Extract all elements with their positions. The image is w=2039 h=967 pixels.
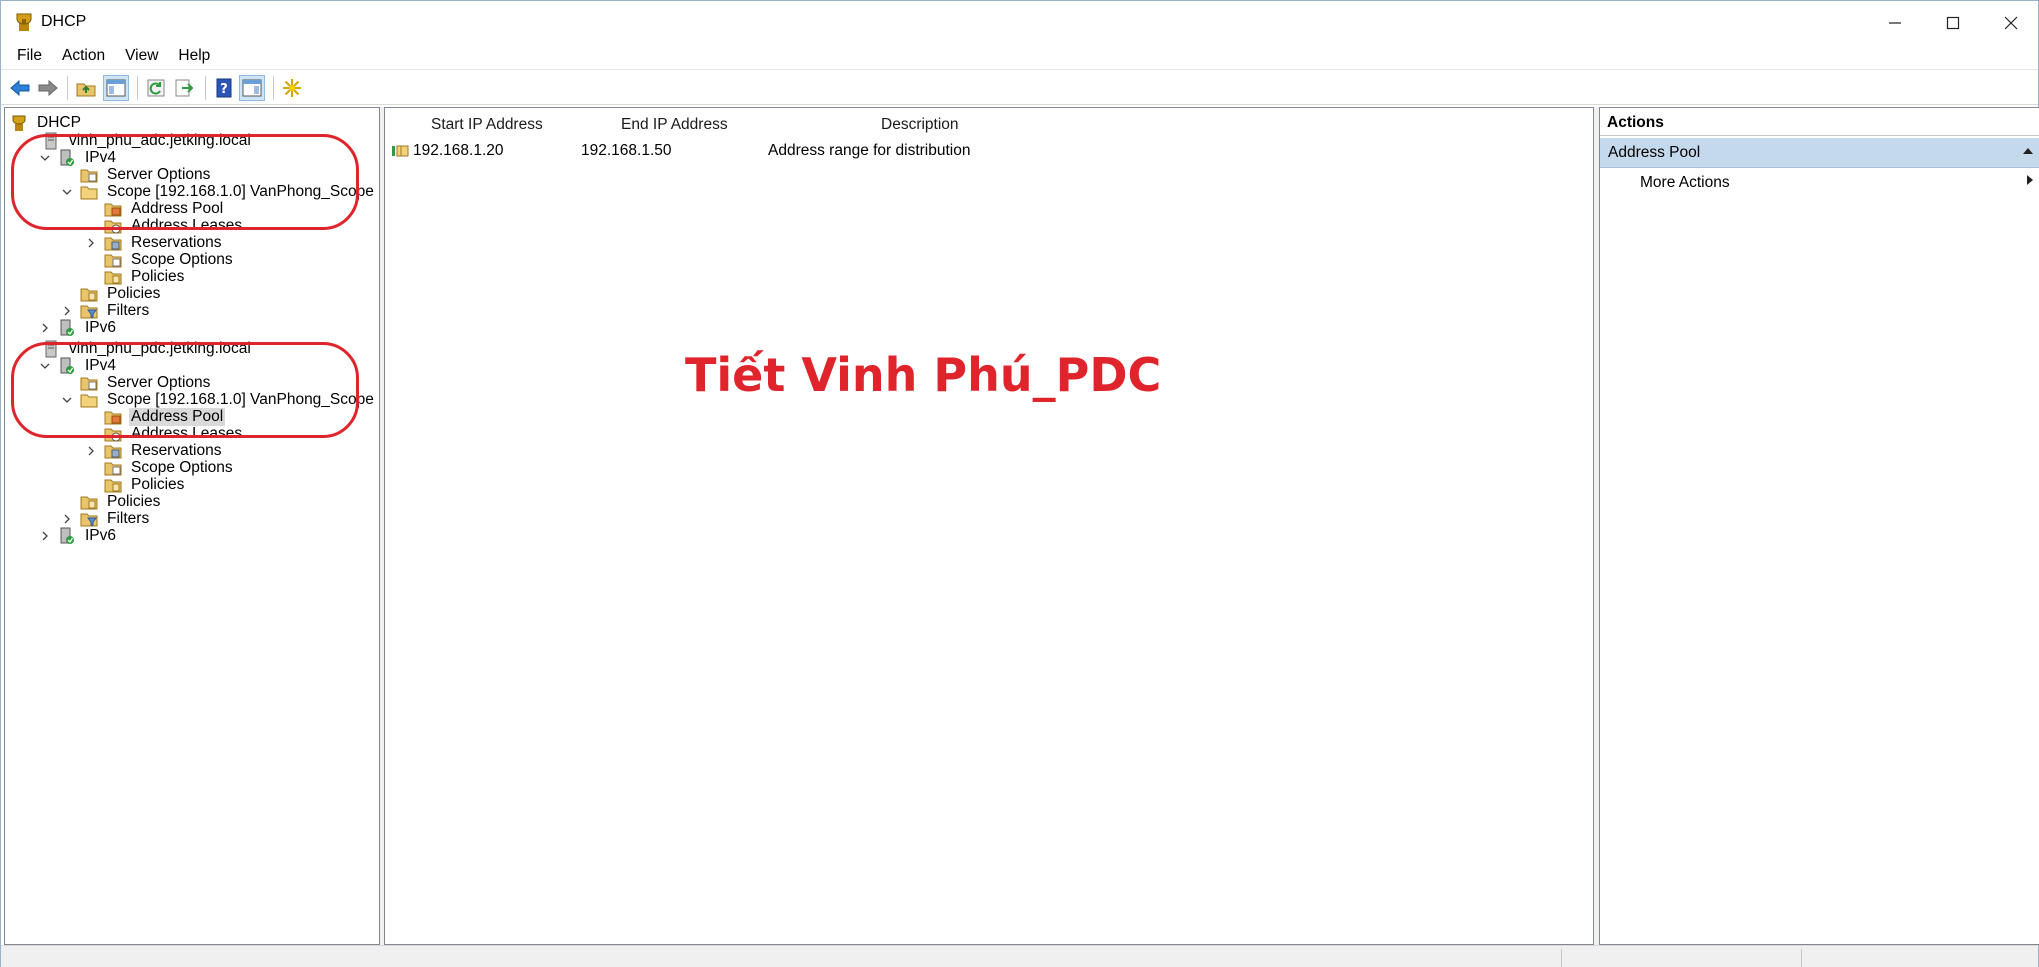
back-arrow-icon[interactable] xyxy=(7,75,33,101)
table-row[interactable]: 192.168.1.20 192.168.1.50 Address range … xyxy=(391,139,1091,163)
chevron-right-icon[interactable] xyxy=(37,528,53,544)
dhcp-window: DHCP File Action View Help ? DHCP vinh_p… xyxy=(0,0,2039,967)
column-header-start-ip[interactable]: Start IP Address xyxy=(431,116,543,140)
cell-end-ip: 192.168.1.50 xyxy=(581,142,672,159)
result-pane: Start IP Address End IP Address Descript… xyxy=(384,107,1594,945)
ipv4-server-icon xyxy=(57,356,77,376)
more-actions-item[interactable]: More Actions xyxy=(1640,174,1730,192)
title-bar: DHCP xyxy=(1,1,2038,45)
scope-folder-icon xyxy=(79,182,99,202)
toolbar: ? xyxy=(1,69,2038,105)
actions-section-address-pool[interactable]: Address Pool xyxy=(1600,138,2039,168)
maximize-button[interactable] xyxy=(1924,1,1982,45)
forward-arrow-icon[interactable] xyxy=(35,75,61,101)
scope-folder-icon xyxy=(79,390,99,410)
cell-start-ip: 192.168.1.20 xyxy=(413,142,504,159)
chevron-down-icon[interactable] xyxy=(59,184,75,200)
collapse-up-icon[interactable] xyxy=(2022,144,2034,158)
ipv4-server-icon xyxy=(57,148,77,168)
refresh-icon[interactable] xyxy=(143,75,169,101)
menu-view[interactable]: View xyxy=(115,45,168,69)
dhcp-app-icon xyxy=(13,11,35,33)
menu-action[interactable]: Action xyxy=(52,45,115,69)
chevron-down-icon[interactable] xyxy=(37,358,53,374)
submenu-arrow-icon[interactable] xyxy=(2026,174,2034,189)
status-bar xyxy=(1,945,2038,967)
cell-description: Address range for distribution xyxy=(768,142,971,159)
window-title: DHCP xyxy=(41,13,87,30)
menu-help[interactable]: Help xyxy=(168,45,220,69)
tree-label: IPv6 xyxy=(85,527,117,544)
address-range-icon xyxy=(391,143,409,159)
up-folder-icon[interactable] xyxy=(73,75,99,101)
console-tree: DHCP vinh_phu_adc.jetking.local IPv4 Ser… xyxy=(4,107,380,945)
show-hide-action-pane-icon[interactable] xyxy=(239,75,265,101)
menu-file[interactable]: File xyxy=(7,45,52,69)
chevron-right-icon[interactable] xyxy=(83,443,99,459)
ipv6-server-icon xyxy=(57,318,77,338)
column-header-description[interactable]: Description xyxy=(881,116,959,140)
tree-ipv6[interactable]: IPv6 xyxy=(37,317,118,339)
tree-ipv6[interactable]: IPv6 xyxy=(37,525,118,547)
chevron-right-icon[interactable] xyxy=(37,320,53,336)
minimize-button[interactable] xyxy=(1866,1,1924,45)
actions-header: Actions xyxy=(1600,108,2039,136)
svg-text:?: ? xyxy=(220,82,228,97)
column-header-end-ip[interactable]: End IP Address xyxy=(621,116,728,140)
new-star-icon[interactable] xyxy=(279,75,305,101)
export-list-icon[interactable] xyxy=(171,75,197,101)
chevron-right-icon[interactable] xyxy=(83,235,99,251)
dhcp-root-icon xyxy=(9,113,29,133)
chevron-down-icon[interactable] xyxy=(59,392,75,408)
ipv6-server-icon xyxy=(57,526,77,546)
watermark-text: Tiết Vinh Phú_PDC xyxy=(685,348,1162,402)
actions-section-label: Address Pool xyxy=(1608,144,1701,161)
help-icon[interactable]: ? xyxy=(211,75,237,101)
show-hide-console-tree-icon[interactable] xyxy=(103,75,129,101)
chevron-down-icon[interactable] xyxy=(37,150,53,166)
close-button[interactable] xyxy=(1982,1,2039,45)
tree-label: IPv6 xyxy=(85,319,117,336)
menu-bar: File Action View Help xyxy=(1,45,2038,69)
actions-pane: Actions Address Pool More Actions xyxy=(1599,107,2039,945)
